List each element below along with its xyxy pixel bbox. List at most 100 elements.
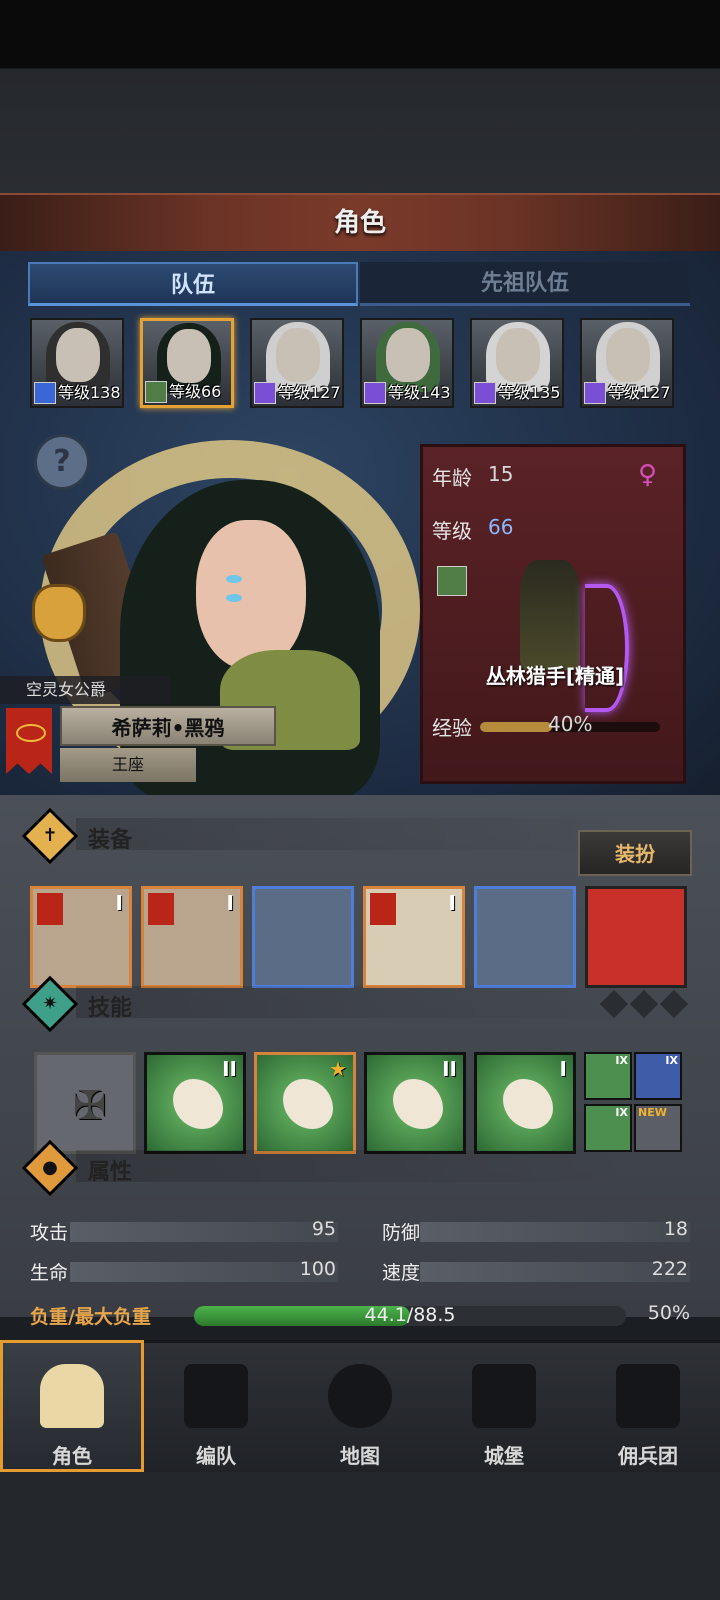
feather-icon (503, 1079, 553, 1129)
class-name: 丛林猎手[精通] (485, 664, 625, 688)
portrait-face (386, 328, 430, 382)
party-member-1[interactable]: 等级138 (30, 318, 124, 408)
skill-star: ★ (329, 1057, 347, 1081)
member-level: 等级135 (498, 383, 561, 402)
nav-label: 佣兵团 (618, 1444, 678, 1468)
level-value: 66 (488, 515, 514, 539)
class-icon (364, 382, 386, 404)
skill-slot-sword[interactable]: II (364, 1052, 466, 1154)
castle-icon (472, 1364, 536, 1428)
nav-castle[interactable]: 城堡 (432, 1340, 576, 1472)
member-level: 等级127 (278, 383, 341, 402)
party-member-2[interactable]: 等级66 (140, 318, 234, 408)
skill-rank: IX (615, 1054, 628, 1067)
help-icon[interactable]: ? (34, 434, 90, 490)
title-bar: 角色 (0, 193, 720, 253)
portrait-face (167, 329, 211, 383)
wolf-icon (173, 1079, 223, 1129)
mini-skill-burst[interactable]: IX (584, 1104, 632, 1152)
skill-rank: IX (615, 1106, 628, 1119)
bow-glow (585, 584, 629, 712)
skill-slot-eagle[interactable]: ★ (254, 1052, 356, 1154)
bottom-bar (0, 1472, 720, 1600)
equip-rank: I (226, 891, 234, 915)
portrait-face (496, 328, 540, 382)
class-icon (474, 382, 496, 404)
skill-rank: II (442, 1057, 457, 1081)
speed-label: 速度 (382, 1262, 421, 1284)
party-member-3[interactable]: 等级127 (250, 318, 344, 408)
member-level: 等级143 (388, 383, 451, 402)
dress-up-button[interactable]: 装扮 (578, 830, 692, 876)
skill-rank: IX (665, 1054, 678, 1067)
tab-team[interactable]: 队伍 (28, 262, 358, 306)
class-icon (34, 382, 56, 404)
speed-value: 222 (651, 1258, 688, 1280)
portrait-face (276, 328, 320, 382)
portrait-face (56, 328, 100, 382)
equip-rank: I (115, 891, 123, 915)
attributes-header-band (76, 1150, 636, 1182)
female-icon: ♀ (638, 460, 658, 490)
mini-skill-claw[interactable]: IX (584, 1052, 632, 1100)
member-level: 等级138 (58, 383, 121, 402)
nav-mercenaries[interactable]: 佣兵团 (576, 1340, 720, 1472)
defense-value: 18 (663, 1218, 688, 1240)
exp-percent: 40% (548, 712, 593, 736)
portrait-face (606, 328, 650, 382)
potion-icon[interactable] (32, 584, 86, 642)
class-icon (145, 381, 167, 403)
skill-slot-feather[interactable]: I (474, 1052, 576, 1154)
nav-label: 城堡 (484, 1444, 524, 1468)
empty-slot-icon: ✠ (73, 1083, 107, 1129)
member-level: 等级66 (169, 382, 222, 401)
load-value: 44.1/88.5 (364, 1304, 456, 1326)
defense-label: 防御 (382, 1222, 421, 1244)
mini-skill-bird[interactable]: IX (634, 1052, 682, 1100)
age-value: 15 (488, 462, 514, 486)
nav-formation[interactable]: 编队 (144, 1340, 288, 1472)
skills-title: 技能 (88, 996, 133, 1021)
nav-label: 编队 (196, 1444, 236, 1468)
equip-slot-trinket[interactable] (585, 886, 687, 988)
flag-icon (148, 893, 174, 925)
nav-map[interactable]: 地图 (288, 1340, 432, 1472)
banner-icon (616, 1364, 680, 1428)
equip-slot-boots[interactable] (474, 886, 576, 988)
equip-slot-weapon-1[interactable]: I (30, 886, 132, 988)
sword-icon (393, 1079, 443, 1129)
equip-slot-head[interactable] (252, 886, 354, 988)
hero-name[interactable]: 希萨莉•黑鸦 (60, 706, 276, 746)
equip-slot-armor[interactable]: I (363, 886, 465, 988)
mini-skill-empty[interactable]: NEW (634, 1104, 682, 1152)
equip-slot-weapon-2[interactable]: I (141, 886, 243, 988)
class-figure (520, 560, 580, 670)
tab-ancestor-team[interactable]: 先祖队伍 (360, 262, 690, 306)
nav-character[interactable]: 角色 (0, 1340, 144, 1472)
level-label: 等级 (432, 519, 472, 543)
member-level: 等级127 (608, 383, 671, 402)
knight-icon (40, 1364, 104, 1428)
party-member-4[interactable]: 等级143 (360, 318, 454, 408)
attack-label: 攻击 (30, 1222, 69, 1244)
compass-icon (328, 1364, 392, 1428)
helmet-icon (184, 1364, 248, 1428)
party-member-5[interactable]: 等级135 (470, 318, 564, 408)
eagle-icon (283, 1079, 333, 1129)
load-label: 负重/最大负重 (30, 1306, 151, 1328)
equipment-title: 装备 (88, 828, 133, 853)
skill-slot-wolf[interactable]: II (144, 1052, 246, 1154)
hero-title: 空灵女公爵 (0, 676, 170, 704)
attributes-title: 属性 (88, 1160, 133, 1185)
equip-rank: I (448, 891, 456, 915)
hero-eyes (226, 568, 282, 602)
house-banner-icon (6, 708, 52, 774)
exp-bar-fill (480, 722, 552, 732)
health-value: 100 (299, 1258, 336, 1280)
class-icon (437, 566, 467, 596)
load-bar: 44.1/88.5 (194, 1304, 626, 1326)
nav-label: 角色 (52, 1444, 92, 1468)
party-member-6[interactable]: 等级127 (580, 318, 674, 408)
equipment-header-band (76, 818, 636, 850)
class-icon (584, 382, 606, 404)
